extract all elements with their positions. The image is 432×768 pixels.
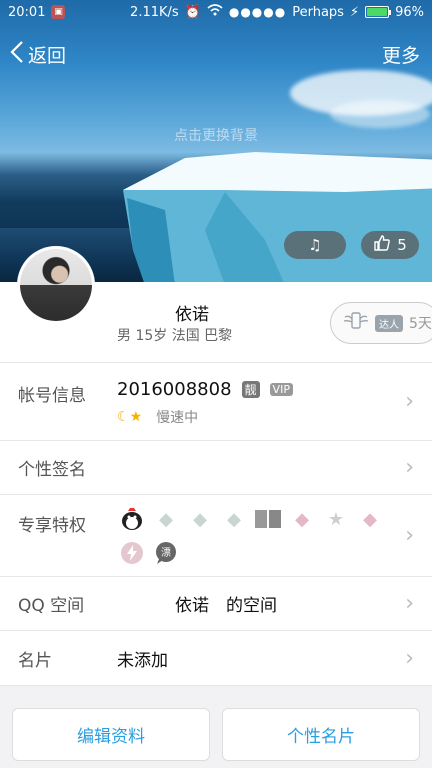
battery-fill [367, 8, 388, 16]
chevron-right-icon: › [405, 455, 414, 480]
chevron-left-icon [10, 40, 24, 69]
talent-badge-button[interactable]: 达人 5天 [330, 302, 432, 344]
network-speed: 2.11K/s [130, 4, 179, 20]
qq-space-label: QQ 空间 [18, 596, 85, 616]
wifi-icon [207, 4, 223, 20]
chat-bubble-icon: 漂 [151, 539, 181, 567]
talent-label: 达人 [375, 314, 403, 332]
chevron-right-icon: › [405, 523, 414, 548]
account-number-group: 2016008808 靓 VIP [117, 379, 293, 400]
change-background-hint[interactable]: 点击更换背景 [0, 125, 432, 145]
nickname: 依诺 [175, 305, 209, 325]
talent-days: 5天 [409, 316, 432, 332]
music-note-icon: ♫ [308, 236, 322, 254]
signature-label: 个性签名 [18, 460, 86, 480]
qq-space-row[interactable]: QQ 空间 依诺 的空间 › [0, 576, 432, 630]
card-row[interactable]: 名片 未添加 › [0, 630, 432, 686]
profile-background[interactable]: 20:01 ▣ 2.11K/s ⏰ ●●●●● Perhaps ⚡ 96% 返回… [0, 0, 432, 282]
star-privilege-icon: ★ [327, 508, 345, 530]
svg-text:漂: 漂 [161, 547, 171, 559]
cloud [330, 100, 430, 128]
back-button[interactable]: 返回 [0, 40, 66, 69]
book-icon [253, 505, 283, 533]
back-label: 返回 [28, 44, 67, 67]
chevron-right-icon: › [405, 389, 414, 414]
music-button[interactable]: ♫ [284, 231, 346, 259]
card-label: 名片 [18, 650, 52, 671]
account-info-row[interactable]: 帐号信息 2016008808 靓 VIP ☾★ 慢速中 › [0, 362, 432, 440]
qq-space-value: 依诺 的空间 [175, 596, 277, 616]
card-value: 未添加 [117, 650, 168, 671]
personal-card-button[interactable]: 个性名片 [222, 708, 420, 761]
chevron-right-icon: › [405, 645, 414, 671]
privileges-label: 专享特权 [18, 516, 86, 536]
profile-details: 男 15岁 法国 巴黎 [117, 328, 233, 344]
speed-status: 慢速中 [156, 410, 199, 426]
more-button[interactable]: 更多 [382, 41, 432, 68]
pretty-number-tag: 靓 [241, 381, 260, 398]
account-info-label: 帐号信息 [18, 386, 86, 406]
privileges-row[interactable]: 专享特权 ◆ ◆ ◆ ◆ ★ ◆ 漂 › [0, 494, 432, 576]
notification-app-icon: ▣ [51, 5, 66, 19]
account-number: 2016008808 [117, 379, 232, 400]
signal-strength: ●●●●● [228, 5, 287, 19]
diamond-icon: ◆ [193, 508, 207, 530]
bottom-action-bar: 编辑资料 个性名片 [0, 700, 432, 768]
charging-icon: ⚡ [349, 4, 360, 20]
status-time: 20:01 [8, 4, 46, 20]
penguin-privilege-icon [117, 505, 147, 533]
profile-info-list: 帐号信息 2016008808 靓 VIP ☾★ 慢速中 › 个性签名 › 专享… [0, 362, 432, 686]
lightning-icon [117, 539, 147, 567]
chevron-right-icon: › [405, 591, 414, 616]
alarm-icon: ⏰ [184, 4, 201, 20]
level-icons: ☾★ [117, 409, 142, 425]
signature-row[interactable]: 个性签名 › [0, 440, 432, 494]
diamond-icon: ◆ [227, 508, 241, 530]
status-bar: 20:01 ▣ 2.11K/s ⏰ ●●●●● Perhaps ⚡ 96% [0, 0, 432, 24]
edit-profile-button[interactable]: 编辑资料 [12, 708, 210, 761]
pink-diamond-icon: ◆ [363, 508, 377, 530]
star-icon: ★ [129, 409, 143, 425]
account-level: ☾★ 慢速中 [117, 407, 198, 427]
battery-percent: 96% [395, 4, 424, 20]
carrier-name: Perhaps [292, 4, 344, 20]
battery-icon [365, 6, 392, 18]
thumbs-up-icon [373, 234, 391, 256]
winged-phone-icon [343, 311, 369, 335]
top-navigation: 返回 更多 [0, 34, 432, 74]
avatar[interactable] [17, 246, 95, 324]
moon-icon: ☾ [117, 409, 130, 425]
like-button[interactable]: 5 [361, 231, 419, 259]
avatar-image [20, 249, 92, 321]
vip-tag: VIP [269, 383, 293, 396]
privilege-icons: ◆ ◆ ◆ ◆ ★ ◆ 漂 [117, 505, 397, 567]
pink-diamond-icon: ◆ [295, 508, 309, 530]
iceberg-image [123, 152, 432, 282]
like-count: 5 [397, 236, 407, 254]
diamond-icon: ◆ [159, 508, 173, 530]
